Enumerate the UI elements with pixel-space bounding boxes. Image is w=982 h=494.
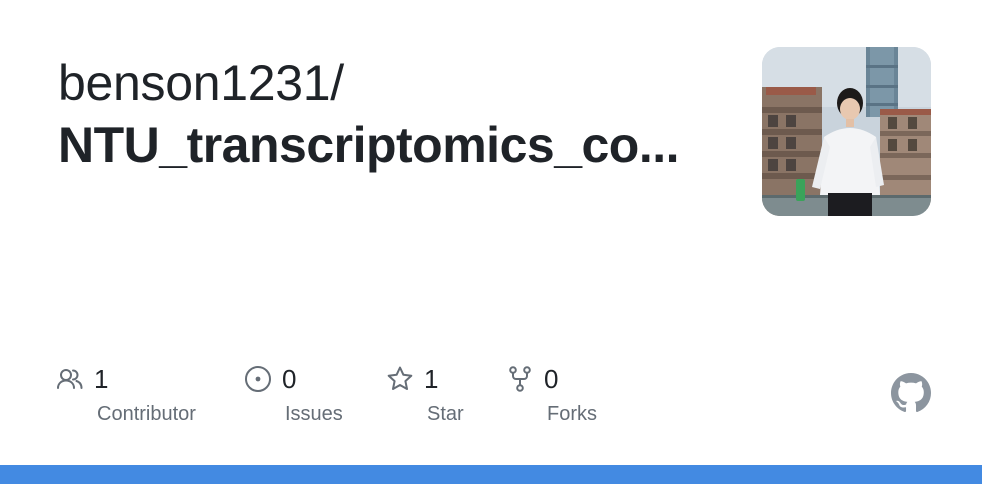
github-mark-icon[interactable] [891,373,931,413]
stars-count: 1 [424,364,439,394]
avatar-photo [762,47,931,216]
forks-count: 0 [544,364,559,394]
forks-label: Forks [547,403,597,425]
language-bar [0,465,982,484]
forks-stat[interactable]: 0 Forks [506,362,597,426]
stars-stat[interactable]: 1 Star [386,362,464,426]
repo-title[interactable]: benson1231/ NTU_transcriptomics_co... [58,52,718,176]
issues-stat[interactable]: 0 Issues [244,362,343,426]
issues-count: 0 [282,364,297,394]
issue-opened-icon [244,365,272,393]
repo-stats: 1 Contributor 0 Issues 1 Star 0 Forks [56,362,676,432]
repo-owner[interactable]: benson1231/ [58,52,718,114]
stars-label: Star [427,403,464,425]
contributors-stat[interactable]: 1 Contributor [56,362,196,426]
repo-name[interactable]: NTU_transcriptomics_co... [58,114,718,176]
contributors-label: Contributor [97,403,196,425]
people-icon [56,365,84,393]
repo-forked-icon [506,365,534,393]
contributors-count: 1 [94,364,109,394]
issues-label: Issues [285,403,343,425]
owner-avatar[interactable] [762,47,931,216]
star-icon [386,365,414,393]
